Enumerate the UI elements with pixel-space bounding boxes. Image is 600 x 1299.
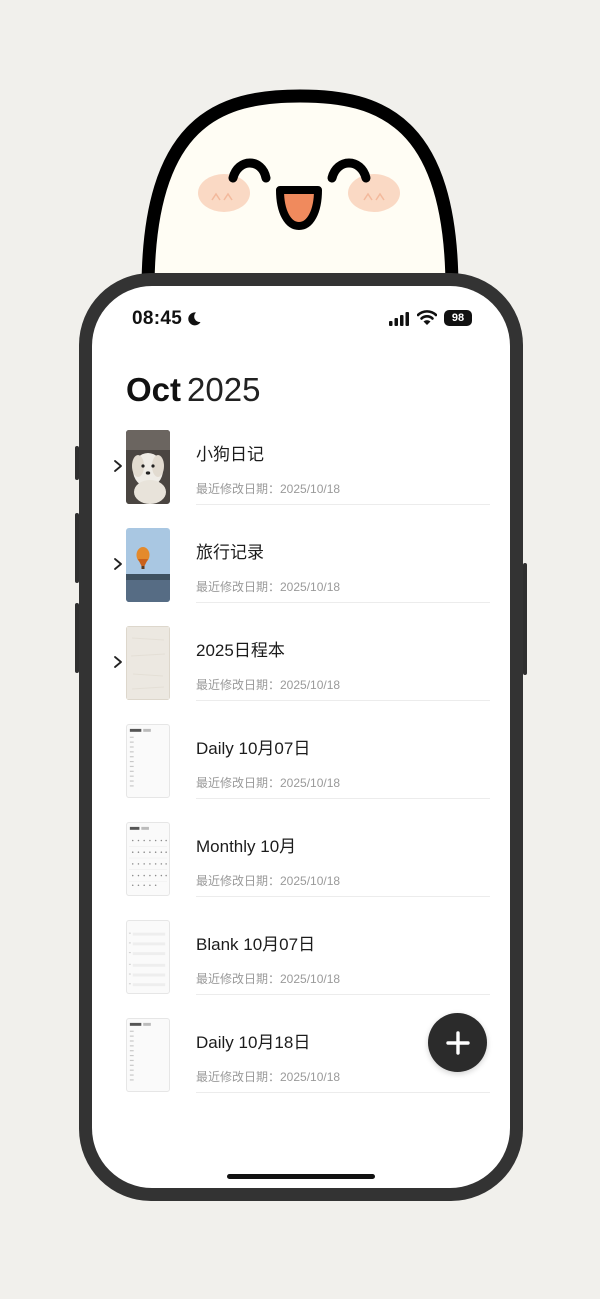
chevron-right-icon[interactable] (111, 554, 125, 574)
notebook-thumbnail-dog (126, 430, 170, 504)
cellular-signal-icon (389, 312, 409, 326)
notebook-thumbnail-blank (126, 920, 170, 994)
row-divider (196, 798, 490, 799)
status-bar: 08:45 98 (92, 286, 510, 350)
left-cheek (198, 174, 250, 212)
notebook-thumbnail-daily (126, 724, 170, 798)
month-label: Oct (126, 371, 182, 408)
modified-date: 最近修改日期：2025/10/18 (196, 482, 341, 496)
plus-icon (445, 1030, 470, 1055)
row-divider (196, 896, 490, 897)
battery-indicator: 98 (444, 310, 472, 326)
notebook-title: 2025日程本 (196, 641, 285, 660)
notebook-title: Monthly 10月 (196, 837, 297, 856)
moon-icon (188, 312, 201, 326)
modified-date: 最近修改日期：2025/10/18 (196, 874, 341, 888)
notebook-title: Daily 10月18日 (196, 1033, 311, 1052)
modified-date: 最近修改日期：2025/10/18 (196, 972, 341, 986)
notebook-thumbnail-balloon (126, 528, 170, 602)
row-divider (196, 1092, 490, 1093)
list-item[interactable]: 2025日程本 最近修改日期：2025/10/18 (92, 624, 510, 722)
list-item[interactable]: Daily 10月07日 最近修改日期：2025/10/18 (92, 722, 510, 820)
wifi-icon (417, 310, 437, 325)
notebook-thumbnail-daily (126, 1018, 170, 1092)
modified-date: 最近修改日期：2025/10/18 (196, 1070, 341, 1084)
list-item[interactable]: 旅行记录 最近修改日期：2025/10/18 (92, 526, 510, 624)
notebook-thumbnail-monthly (126, 822, 170, 896)
add-notebook-button[interactable] (428, 1013, 487, 1072)
mascot-illustration (141, 89, 459, 297)
volume-up-button (75, 513, 79, 583)
right-cheek (348, 174, 400, 212)
notebook-title: 小狗日记 (196, 445, 264, 464)
list-item[interactable]: Blank 10月07日 最近修改日期：2025/10/18 (92, 918, 510, 1016)
row-divider (196, 602, 490, 603)
notebook-title: Blank 10月07日 (196, 935, 316, 954)
modified-date: 最近修改日期：2025/10/18 (196, 580, 341, 594)
screen: 08:45 98 Oct 2025 小狗日记 最近修改日期：2025/10/18… (92, 286, 510, 1188)
row-divider (196, 700, 490, 701)
list-item[interactable]: 小狗日记 最近修改日期：2025/10/18 (92, 428, 510, 526)
power-button (523, 563, 527, 675)
notebook-title: Daily 10月07日 (196, 739, 311, 758)
row-divider (196, 994, 490, 995)
notebook-title: 旅行记录 (196, 543, 264, 562)
phone-frame: 08:45 98 Oct 2025 小狗日记 最近修改日期：2025/10/18… (75, 273, 527, 1201)
chevron-right-icon[interactable] (111, 456, 125, 476)
year-label: 2025 (187, 371, 261, 408)
page-title: Oct 2025 (126, 371, 260, 409)
mascot-mouth (276, 186, 322, 230)
home-indicator[interactable] (227, 1174, 375, 1179)
chevron-right-icon[interactable] (111, 652, 125, 672)
list-item[interactable]: Monthly 10月 最近修改日期：2025/10/18 (92, 820, 510, 918)
modified-date: 最近修改日期：2025/10/18 (196, 678, 341, 692)
status-time: 08:45 (132, 308, 183, 329)
notebook-thumbnail-planner (126, 626, 170, 700)
row-divider (196, 504, 490, 505)
action-button (75, 446, 79, 480)
modified-date: 最近修改日期：2025/10/18 (196, 776, 341, 790)
volume-down-button (75, 603, 79, 673)
